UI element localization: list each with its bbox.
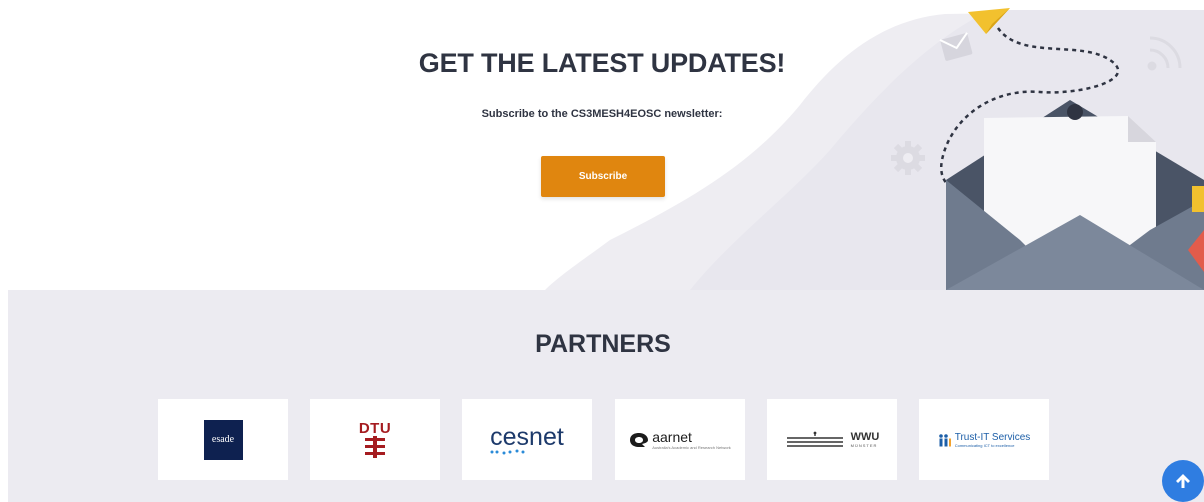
trust-it-people-icon [938,433,951,446]
subscribe-button[interactable]: Subscribe [541,156,665,197]
partner-logo-wwu[interactable]: WWU MÜNSTER [767,399,897,480]
partner-logo-dtu[interactable]: DTU [310,399,440,480]
dtu-logo: DTU [359,421,391,458]
wwu-logo: WWU MÜNSTER [785,430,880,450]
partners-title: PARTNERS [535,330,671,358]
newsletter-section: GET THE LATEST UPDATES! Subscribe to the… [0,0,1204,290]
scroll-to-top-button[interactable] [1162,460,1204,502]
esade-logo-text: esade [211,434,235,445]
page: GET THE LATEST UPDATES! Subscribe to the… [0,0,1204,502]
wwu-logo-text: WWU [850,431,880,443]
partner-logo-cesnet[interactable]: cesnet [462,399,592,480]
aarnet-text-group: aarnet Australia's Academic and Research… [652,429,731,450]
wwu-lines-icon [786,431,843,447]
partner-logo-aarnet[interactable]: aarnet Australia's Academic and Research… [615,399,745,480]
trust-it-logo-subtext: Communicating ICT to excellence [954,442,1015,448]
dtu-logo-text: DTU [358,420,392,437]
wwu-logo-subtext: MÜNSTER [850,443,878,448]
aarnet-logo-text: aarnet [652,429,692,445]
partner-logo-trust-it[interactable]: Trust-IT Services Communicating ICT to e… [919,399,1049,480]
trust-it-logo-text: Trust-IT Services [954,431,1031,443]
trust-it-text-group: Trust-IT Services Communicating ICT to e… [955,432,1031,448]
dtu-mark-icon [364,436,385,458]
cesnet-logo: cesnet [490,422,564,455]
partner-logo-esade[interactable]: esade [158,399,288,480]
aarnet-logo-subtext: Australia's Academic and Research Networ… [652,445,731,450]
envelope-illustration-icon [891,8,1204,290]
cesnet-dots-icon [490,449,525,454]
aarnet-logo: aarnet Australia's Academic and Research… [629,429,731,450]
aarnet-mark-icon [630,432,649,447]
partners-section: PARTNERS esade DTU cesnet aarnet Austral… [8,290,1204,502]
arrow-up-icon [1176,474,1190,488]
esade-logo: esade [203,419,243,460]
trust-it-logo: Trust-IT Services Communicating ICT to e… [938,432,1031,448]
cesnet-logo-text: cesnet [490,422,564,451]
wwu-text-group: WWU MÜNSTER [851,431,880,448]
